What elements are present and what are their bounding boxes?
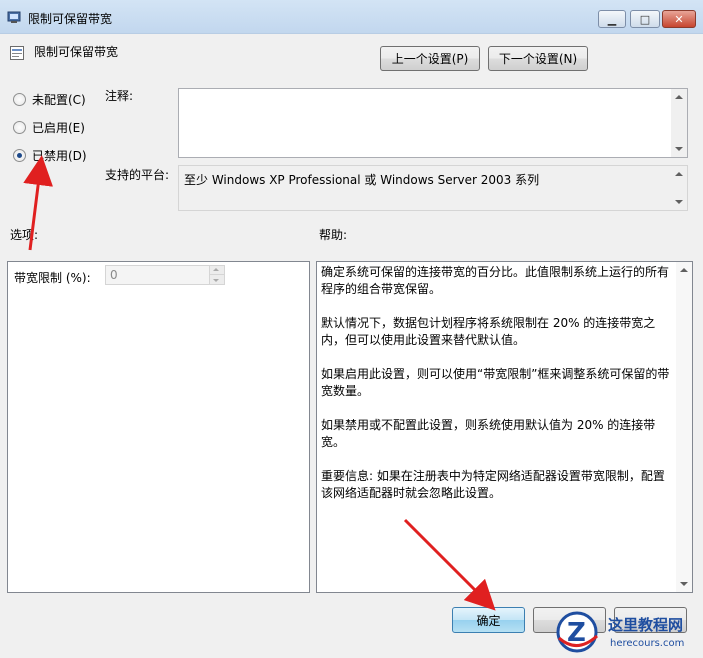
annotation-arrows (23, 155, 496, 611)
arrow-to-ok-icon (403, 518, 496, 611)
arrow-to-disabled-icon (23, 155, 54, 251)
watermark: Z 这里教程网 herecours.com (553, 608, 703, 655)
watermark-url: herecours.com (610, 638, 684, 649)
watermark-logo-icon: Z 这里教程网 herecours.com (556, 611, 684, 653)
watermark-name: 这里教程网 (608, 616, 683, 634)
